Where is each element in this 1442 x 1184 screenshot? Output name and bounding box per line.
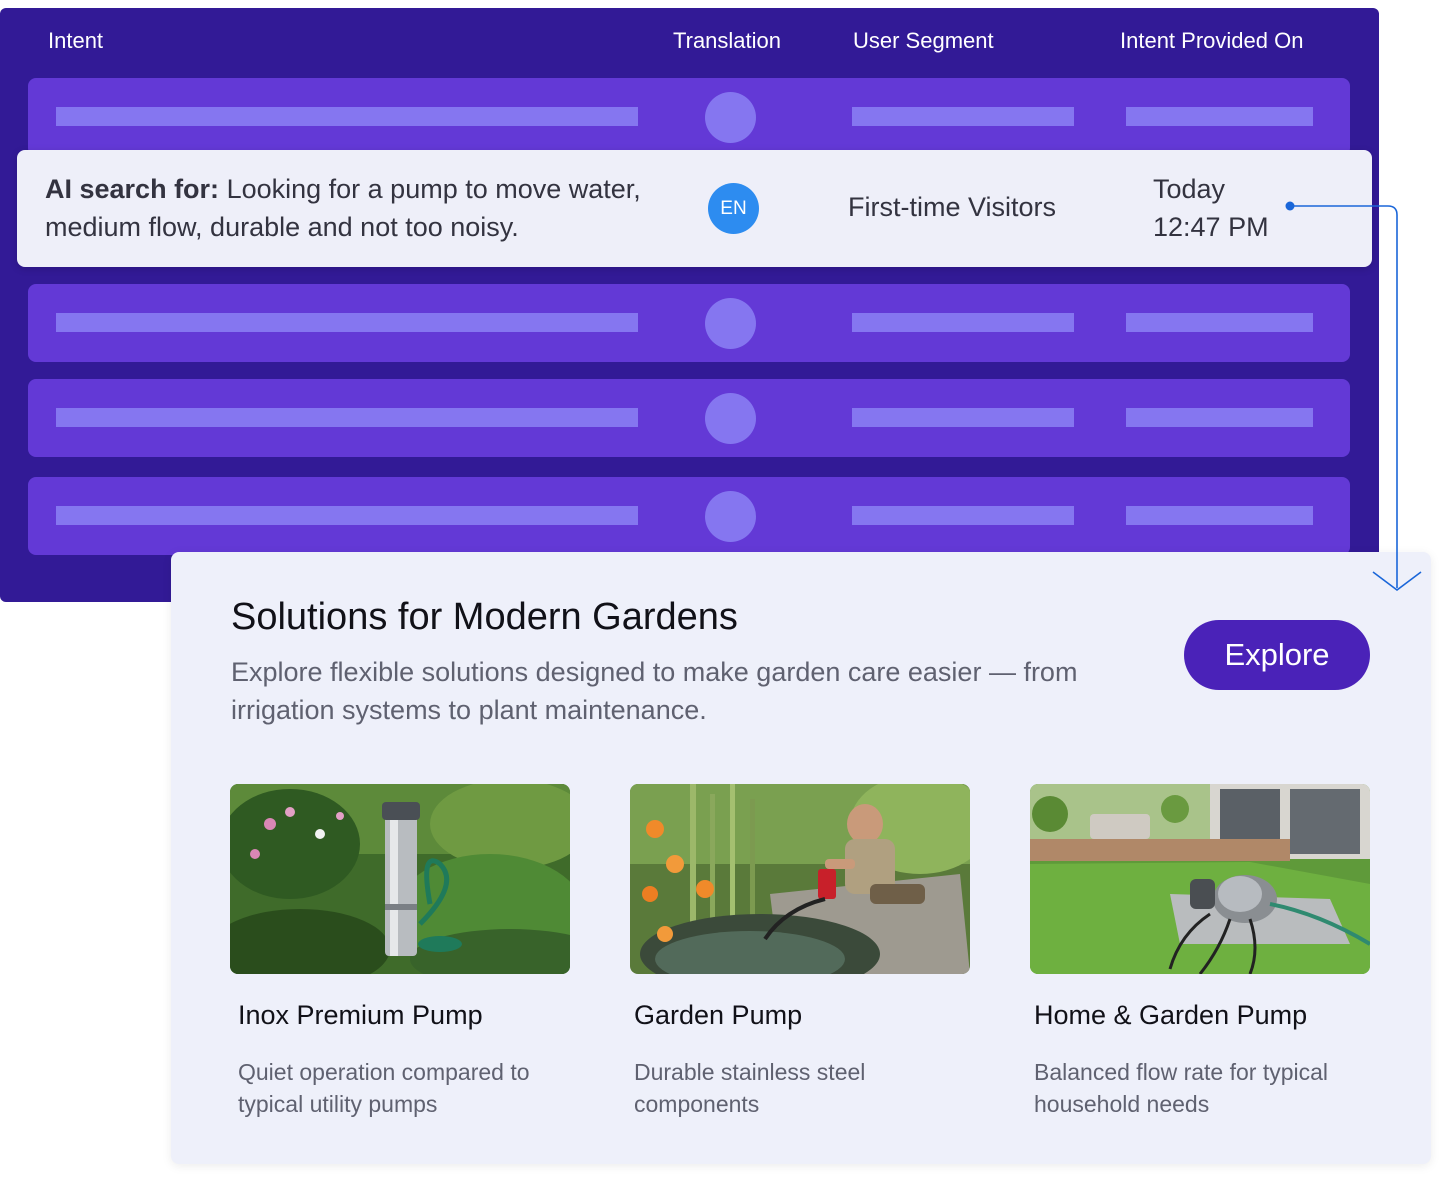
product-card[interactable]: Garden Pump Durable stainless steel comp…: [630, 784, 970, 1117]
language-badge: EN: [708, 183, 759, 234]
placeholder-bar: [852, 107, 1074, 126]
placeholder-bar: [852, 313, 1074, 332]
product-name: Home & Garden Pump: [1034, 1000, 1308, 1030]
explore-button[interactable]: Explore: [1184, 620, 1370, 690]
product-description: Durable stainless steel components: [634, 1059, 866, 1117]
intent-date-time: 12:47 PM: [1153, 212, 1269, 242]
selected-intent-row[interactable]: AI search for: Looking for a pump to mov…: [17, 150, 1372, 267]
solutions-title: Solutions for Modern Gardens: [231, 596, 738, 638]
placeholder-bar: [56, 506, 638, 525]
product-card[interactable]: Home & Garden Pump Balanced flow rate fo…: [1030, 784, 1370, 1117]
product-image-home-garden-pump[interactable]: [1030, 784, 1370, 974]
placeholder-bar: [852, 506, 1074, 525]
intent-date-day: Today: [1153, 174, 1226, 204]
intent-date: Today 12:47 PM: [1153, 170, 1269, 246]
placeholder-row[interactable]: [28, 477, 1350, 555]
placeholder-row[interactable]: [28, 78, 1350, 156]
header-user-segment[interactable]: User Segment: [853, 28, 994, 54]
placeholder-bar: [1126, 408, 1313, 427]
placeholder-bar: [852, 408, 1074, 427]
header-intent[interactable]: Intent: [48, 28, 103, 54]
header-intent-provided-on[interactable]: Intent Provided On: [1120, 28, 1303, 54]
placeholder-bar: [1126, 313, 1313, 332]
product-name: Inox Premium Pump: [238, 1000, 483, 1030]
placeholder-dot: [705, 92, 756, 143]
placeholder-bar: [56, 408, 638, 427]
placeholder-dot: [705, 491, 756, 542]
placeholder-row[interactable]: [28, 379, 1350, 457]
product-image-garden-pump[interactable]: [630, 784, 970, 974]
placeholder-dot: [705, 298, 756, 349]
placeholder-bar: [56, 313, 638, 332]
intent-text: AI search for: Looking for a pump to mov…: [45, 170, 685, 246]
solutions-description: Explore flexible solutions designed to m…: [231, 657, 1078, 725]
placeholder-bar: [1126, 107, 1313, 126]
intent-table: Intent Translation User Segment Intent P…: [0, 8, 1379, 602]
user-segment: First-time Visitors: [848, 192, 1057, 222]
table-header: Intent Translation User Segment Intent P…: [0, 8, 1379, 78]
placeholder-dot: [705, 393, 756, 444]
product-description: Balanced flow rate for typical household…: [1034, 1059, 1329, 1117]
product-image-inox-pump[interactable]: [230, 784, 570, 974]
product-name: Garden Pump: [634, 1000, 803, 1030]
intent-prefix: AI search for:: [45, 174, 220, 204]
placeholder-row[interactable]: [28, 284, 1350, 362]
placeholder-bar: [1126, 506, 1313, 525]
solutions-card: Solutions for Modern Gardens Explore fle…: [171, 552, 1431, 1164]
product-description: Quiet operation compared to typical util…: [238, 1059, 530, 1117]
header-translation[interactable]: Translation: [673, 28, 781, 54]
placeholder-bar: [56, 107, 638, 126]
product-card[interactable]: Inox Premium Pump Quiet operation compar…: [230, 784, 570, 1117]
